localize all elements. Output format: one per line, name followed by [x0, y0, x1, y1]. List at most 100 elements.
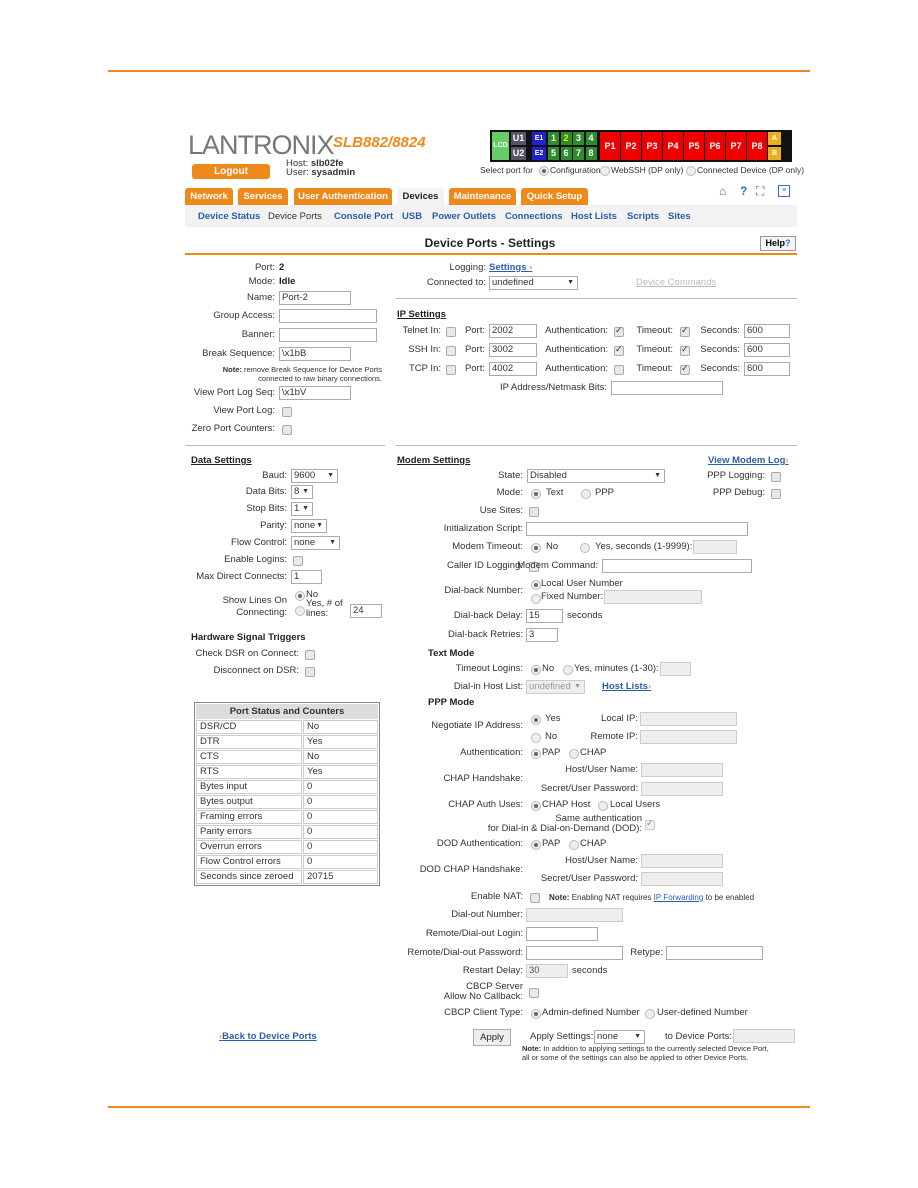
port-p8[interactable]: P8: [747, 132, 767, 160]
init-script-input[interactable]: [526, 522, 748, 536]
help-button[interactable]: Help?: [760, 236, 796, 251]
apply-settings-select[interactable]: none: [594, 1030, 645, 1044]
subnav-usb[interactable]: USB: [402, 211, 422, 222]
tab-network[interactable]: Network: [185, 188, 233, 205]
max-direct-connects-input[interactable]: 1: [291, 570, 322, 584]
device-commands-link[interactable]: Device Commands: [636, 277, 716, 289]
subnav-scripts[interactable]: Scripts: [627, 211, 659, 222]
dod-pap-radio[interactable]: [531, 840, 541, 850]
mode-text-radio[interactable]: [531, 489, 541, 499]
port-u2[interactable]: U2: [511, 147, 526, 160]
remote-ip-input[interactable]: [640, 730, 737, 744]
port-a[interactable]: A: [768, 132, 781, 145]
ssh-timeout-checkbox[interactable]: [680, 344, 690, 356]
back-to-device-ports-link[interactable]: ‹Back to Device Ports: [219, 1031, 317, 1043]
port-p5[interactable]: P5: [684, 132, 704, 160]
ppp-logging-checkbox[interactable]: [771, 472, 781, 482]
group-access-input[interactable]: [279, 309, 377, 323]
user-defined-radio[interactable]: [645, 1009, 655, 1019]
name-input[interactable]: Port-2: [279, 291, 351, 305]
tab-maintenance[interactable]: Maintenance: [449, 188, 516, 205]
tab-services[interactable]: Services: [238, 188, 288, 205]
local-users-radio[interactable]: [598, 801, 608, 811]
dialback-delay-input[interactable]: 15: [526, 609, 563, 623]
logging-settings-link[interactable]: Settings ›: [489, 262, 532, 274]
modem-timeout-seconds-input[interactable]: [693, 540, 737, 554]
local-ip-input[interactable]: [640, 712, 737, 726]
use-sites-checkbox[interactable]: [529, 507, 539, 517]
subnav-device-status[interactable]: Device Status: [198, 211, 260, 222]
view-port-log-checkbox[interactable]: [282, 407, 292, 417]
flow-control-select[interactable]: none: [291, 536, 340, 550]
stop-bits-select[interactable]: 1: [291, 502, 313, 516]
port-7[interactable]: 7: [573, 147, 584, 160]
disconnect-dsr-checkbox[interactable]: [305, 667, 315, 677]
admin-defined-radio[interactable]: [531, 1009, 541, 1019]
ssh-in-checkbox[interactable]: [446, 346, 456, 356]
dialback-retries-input[interactable]: 3: [526, 628, 558, 642]
view-port-log-seq-input[interactable]: \x1bV: [279, 386, 351, 400]
subnav-host-lists[interactable]: Host Lists: [571, 211, 617, 222]
restart-delay-input[interactable]: 30: [526, 964, 568, 978]
same-auth-checkbox[interactable]: [645, 818, 655, 830]
mode-ppp-radio[interactable]: [581, 489, 591, 499]
port-1[interactable]: 1: [548, 132, 559, 145]
dialout-login-input[interactable]: [526, 927, 598, 941]
view-modem-log-link[interactable]: View Modem Log›: [708, 455, 789, 467]
port-p4[interactable]: P4: [663, 132, 683, 160]
subnav-sites[interactable]: Sites: [668, 211, 691, 222]
port-e1[interactable]: E1: [532, 132, 546, 145]
radio-webssh[interactable]: [600, 166, 610, 176]
timeout-logins-no-radio[interactable]: [531, 665, 541, 675]
dialin-host-list-select[interactable]: undefined: [526, 680, 585, 694]
banner-input[interactable]: [279, 328, 377, 342]
zero-counters-checkbox[interactable]: [282, 425, 292, 435]
subnav-device-ports[interactable]: Device Ports: [268, 211, 322, 222]
port-lcd[interactable]: LCD: [492, 132, 509, 160]
host-lists-link[interactable]: Host Lists›: [602, 681, 651, 693]
modem-timeout-yes-radio[interactable]: [580, 543, 590, 553]
tcp-timeout-checkbox[interactable]: [680, 363, 690, 375]
radio-configuration[interactable]: [539, 166, 549, 176]
data-bits-select[interactable]: 8: [291, 485, 313, 499]
fixed-number-radio[interactable]: [531, 594, 541, 604]
port-p7[interactable]: P7: [726, 132, 746, 160]
modem-timeout-no-radio[interactable]: [531, 543, 541, 553]
ppp-debug-checkbox[interactable]: [771, 489, 781, 499]
check-dsr-checkbox[interactable]: [305, 650, 315, 660]
port-4[interactable]: 4: [585, 132, 597, 145]
fixed-number-input[interactable]: [604, 590, 702, 604]
baud-select[interactable]: 9600: [291, 469, 338, 483]
port-p3[interactable]: P3: [642, 132, 662, 160]
port-5[interactable]: 5: [548, 147, 559, 160]
logout-button[interactable]: Logout: [192, 164, 270, 179]
home-icon[interactable]: ⌂: [719, 184, 726, 198]
ssh-seconds-input[interactable]: 600: [744, 343, 790, 357]
port-b[interactable]: B: [768, 147, 781, 160]
modem-command-input[interactable]: [602, 559, 752, 573]
port-2[interactable]: 2: [560, 132, 572, 145]
telnet-port-input[interactable]: 2002: [489, 324, 537, 338]
telnet-auth-checkbox[interactable]: [614, 325, 624, 337]
show-lines-no-radio[interactable]: [295, 591, 305, 601]
tcp-in-checkbox[interactable]: [446, 365, 456, 375]
negotiate-no-radio[interactable]: [531, 733, 541, 743]
port-p2[interactable]: P2: [621, 132, 641, 160]
tcp-port-input[interactable]: 4002: [489, 362, 537, 376]
tcp-auth-checkbox[interactable]: [614, 365, 624, 375]
port-p6[interactable]: P6: [705, 132, 725, 160]
subnav-connections[interactable]: Connections: [505, 211, 563, 222]
retype-input[interactable]: [666, 946, 763, 960]
tab-user-authentication[interactable]: User Authentication: [294, 188, 392, 205]
port-3[interactable]: 3: [573, 132, 584, 145]
dod-host-user-input[interactable]: [641, 854, 723, 868]
help-icon[interactable]: ?: [740, 184, 747, 198]
network-icon[interactable]: ⛶: [756, 184, 764, 199]
ssh-port-input[interactable]: 3002: [489, 343, 537, 357]
connected-to-select[interactable]: undefined: [489, 276, 578, 290]
telnet-seconds-input[interactable]: 600: [744, 324, 790, 338]
timeout-minutes-input[interactable]: [660, 662, 691, 676]
subnav-console-port[interactable]: Console Port: [334, 211, 393, 222]
dod-secret-input[interactable]: [641, 872, 723, 886]
netmask-input[interactable]: [611, 381, 723, 395]
